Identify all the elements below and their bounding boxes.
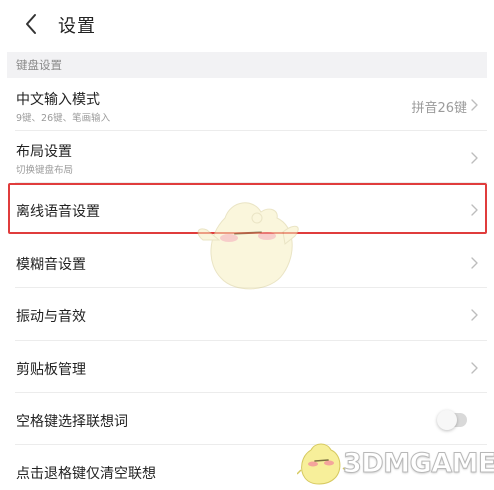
settings-row-vibration-sound[interactable]: 振动与音效: [7, 288, 487, 341]
chevron-right-icon: [470, 203, 479, 217]
row-title: 离线语音设置: [16, 204, 100, 220]
row-value: 拼音26键: [411, 101, 467, 116]
row-title: 剪贴板管理: [16, 362, 86, 378]
row-title: 模糊音设置: [16, 257, 86, 273]
chevron-right-icon: [470, 256, 479, 270]
row-subtitle: 9键、26键、笔画输入: [16, 113, 111, 124]
settings-row-chinese-input-mode[interactable]: 中文输入模式 9键、26键、笔画输入 拼音26键: [7, 79, 487, 131]
row-title: 振动与音效: [16, 309, 86, 325]
top-bar: 设置: [0, 0, 494, 48]
row-title: 布局设置: [16, 144, 72, 160]
toggle-knob: [437, 410, 457, 430]
settings-row-layout[interactable]: 布局设置 切换键盘布局: [7, 131, 487, 183]
settings-row-backspace-clear-suggestion: 点击退格键仅清空联想: [7, 445, 487, 490]
settings-screen: 设置 键盘设置 中文输入模式 9键、26键、笔画输入 拼音26键 布局设置 切换…: [0, 0, 494, 490]
space-select-toggle[interactable]: [437, 410, 467, 430]
row-title: 点击退格键仅清空联想: [16, 466, 156, 482]
row-title: 空格键选择联想词: [16, 414, 128, 430]
settings-row-clipboard[interactable]: 剪贴板管理: [7, 341, 487, 393]
chevron-right-icon: [470, 151, 479, 165]
chevron-right-icon: [470, 98, 479, 112]
settings-row-fuzzy-pinyin[interactable]: 模糊音设置: [7, 236, 487, 288]
chevron-left-icon: [26, 14, 36, 34]
section-header: 键盘设置: [7, 52, 487, 78]
chevron-right-icon: [470, 308, 479, 322]
page-title: 设置: [58, 16, 96, 37]
settings-row-space-select-suggestion: 空格键选择联想词: [7, 393, 487, 445]
settings-row-offline-voice[interactable]: 离线语音设置: [7, 183, 487, 236]
chevron-right-icon: [470, 361, 479, 375]
back-button[interactable]: [18, 10, 46, 38]
row-subtitle: 切换键盘布局: [16, 165, 74, 176]
section-header-label: 键盘设置: [16, 58, 62, 72]
row-title: 中文输入模式: [16, 92, 100, 108]
